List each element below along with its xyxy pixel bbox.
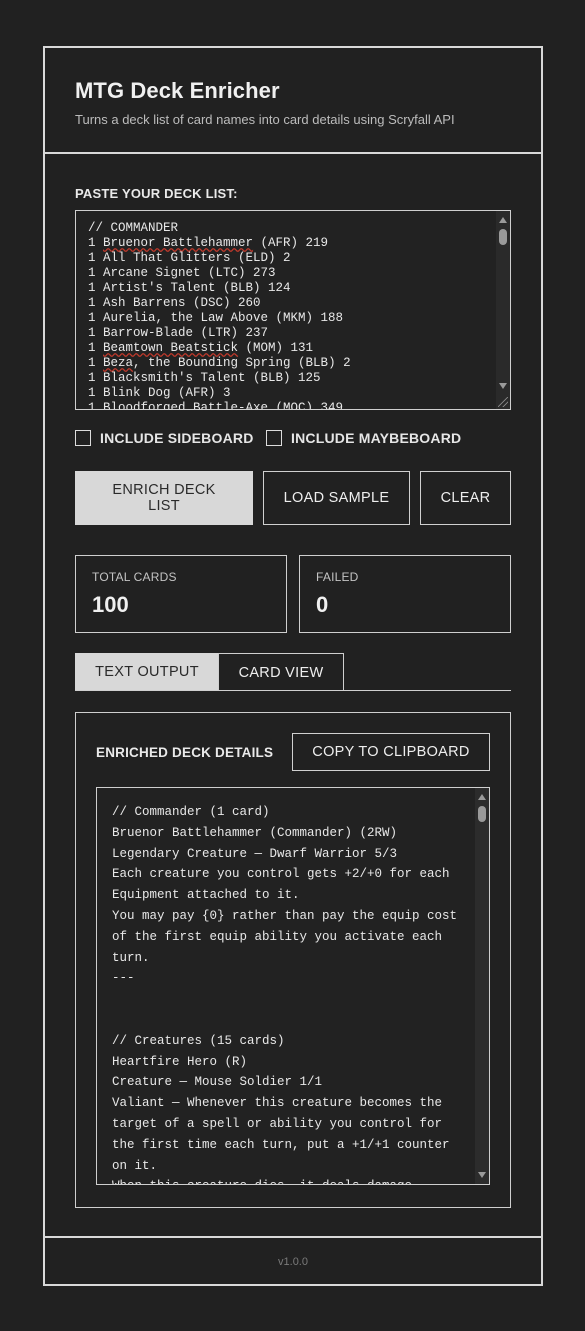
deck-line: 1 All That Glitters (ELD) 2 <box>88 251 291 265</box>
failed-stat: FAILED 0 <box>299 555 511 633</box>
load-sample-button[interactable]: LOAD SAMPLE <box>263 471 410 525</box>
tabs-divider <box>75 690 511 691</box>
include-maybeboard-label: INCLUDE MAYBEBOARD <box>291 430 462 446</box>
scroll-up-icon[interactable] <box>478 794 486 800</box>
output-text[interactable]: // Commander (1 card) Bruenor Battlehamm… <box>112 802 464 1184</box>
resize-grip-icon[interactable] <box>498 397 508 407</box>
total-cards-value: 100 <box>92 592 129 617</box>
version-label: v1.0.0 <box>278 1256 308 1268</box>
total-cards-label: TOTAL CARDS <box>92 570 177 584</box>
deck-line: 1 Ash Barrens (DSC) 260 <box>88 296 261 310</box>
app-frame: MTG Deck Enricher Turns a deck list of c… <box>43 46 543 1286</box>
deck-line: 1 Arcane Signet (LTC) 273 <box>88 266 276 280</box>
app-header: MTG Deck Enricher Turns a deck list of c… <box>45 48 541 154</box>
output-textarea[interactable]: // Commander (1 card) Bruenor Battlehamm… <box>96 787 490 1185</box>
include-sideboard-checkbox[interactable]: INCLUDE SIDEBOARD <box>75 430 254 446</box>
tab-text-output[interactable]: TEXT OUTPUT <box>75 653 219 691</box>
failed-label: FAILED <box>316 570 359 584</box>
deck-list-scrollbar[interactable] <box>496 211 510 409</box>
scroll-thumb[interactable] <box>478 806 486 822</box>
deck-line: 1 Aurelia, the Law Above (MKM) 188 <box>88 311 344 325</box>
tab-card-view[interactable]: CARD VIEW <box>218 653 344 691</box>
enrich-deck-button[interactable]: ENRICH DECK LIST <box>75 471 253 525</box>
app-footer: v1.0.0 <box>45 1236 541 1286</box>
total-cards-stat: TOTAL CARDS 100 <box>75 555 287 633</box>
spellcheck-flagged-name: Beza <box>103 356 134 370</box>
deck-list-textarea[interactable]: // COMMANDER 1 Bruenor Battlehammer (AFR… <box>75 210 511 410</box>
output-scrollbar[interactable] <box>475 788 489 1184</box>
deck-line: 1 Beamtown Beatstick (MOM) 131 <box>88 341 314 355</box>
scroll-up-icon[interactable] <box>499 217 507 223</box>
deck-line: 1 Blink Dog (AFR) 3 <box>88 386 231 400</box>
clear-button[interactable]: CLEAR <box>420 471 511 525</box>
app-subtitle: Turns a deck list of card names into car… <box>75 112 455 127</box>
deck-line: 1 Bloodforged Battle-Axe (MOC) 349 <box>88 401 344 410</box>
deck-list-text[interactable]: // COMMANDER 1 Bruenor Battlehammer (AFR… <box>88 221 488 410</box>
checkbox-box[interactable] <box>75 430 91 446</box>
deck-line: 1 Barrow-Blade (LTR) 237 <box>88 326 269 340</box>
scroll-down-icon[interactable] <box>499 383 507 389</box>
deck-line: 1 Blacksmith's Talent (BLB) 125 <box>88 371 321 385</box>
deck-line: 1 Beza, the Bounding Spring (BLB) 2 <box>88 356 351 370</box>
deck-line: // COMMANDER <box>88 221 179 235</box>
failed-value: 0 <box>316 592 329 617</box>
copy-to-clipboard-button[interactable]: COPY TO CLIPBOARD <box>292 733 490 771</box>
spellcheck-flagged-name: Bruenor Battlehammer <box>103 236 254 250</box>
deck-line: 1 Bruenor Battlehammer (AFR) 219 <box>88 236 329 250</box>
include-sideboard-label: INCLUDE SIDEBOARD <box>100 430 254 446</box>
deck-list-label: PASTE YOUR DECK LIST: <box>75 186 238 201</box>
scroll-down-icon[interactable] <box>478 1172 486 1178</box>
output-panel: ENRICHED DECK DETAILS COPY TO CLIPBOARD … <box>75 712 511 1208</box>
spellcheck-flagged-name: Beamtown Beatstick <box>103 341 239 355</box>
include-maybeboard-checkbox[interactable]: INCLUDE MAYBEBOARD <box>266 430 461 446</box>
app-title: MTG Deck Enricher <box>75 78 280 103</box>
output-title: ENRICHED DECK DETAILS <box>96 745 274 760</box>
deck-line: 1 Artist's Talent (BLB) 124 <box>88 281 291 295</box>
checkbox-box[interactable] <box>266 430 282 446</box>
scroll-thumb[interactable] <box>499 229 507 245</box>
